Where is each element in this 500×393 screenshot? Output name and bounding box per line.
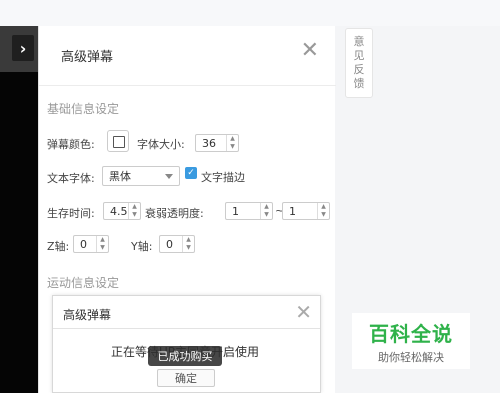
y-axis-label: Y轴: xyxy=(131,240,153,253)
fade-from-value: 1 xyxy=(232,204,239,218)
fade-to-stepper[interactable]: 1 ▲ ▼ xyxy=(282,202,330,220)
chevron-right-icon: › xyxy=(19,38,27,58)
feedback-char: 见 xyxy=(353,49,365,62)
font-size-value: 36 xyxy=(202,136,216,150)
font-family-select[interactable]: 黑体 xyxy=(102,166,180,186)
fade-from-stepper[interactable]: 1 ▲ ▼ xyxy=(225,202,273,220)
font-family-value: 黑体 xyxy=(109,170,131,183)
stepper-arrows-icon[interactable]: ▲ ▼ xyxy=(128,203,140,219)
top-strip xyxy=(0,0,500,26)
font-size-stepper[interactable]: 36 ▲ ▼ xyxy=(195,134,239,152)
z-axis-stepper[interactable]: 0 ▲ ▼ xyxy=(73,235,109,253)
stroke-checkbox[interactable]: ✓ xyxy=(185,167,197,179)
stepper-arrows-icon[interactable]: ▲ ▼ xyxy=(317,203,329,219)
fade-label: 衰弱透明度: xyxy=(145,207,204,220)
feedback-tab[interactable]: 意 见 反 馈 xyxy=(345,28,373,98)
stroke-label: 文字描边 xyxy=(201,171,245,184)
y-axis-value: 0 xyxy=(166,237,173,251)
stepper-arrows-icon[interactable]: ▲ ▼ xyxy=(96,236,108,252)
z-axis-value: 0 xyxy=(80,237,87,251)
font-family-label: 文本字体: xyxy=(47,172,95,185)
panel-title: 高级弹幕 xyxy=(61,50,114,65)
z-axis-label: Z轴: xyxy=(47,240,70,253)
close-icon[interactable]: ✕ xyxy=(295,300,312,324)
stepper-arrows-icon[interactable]: ▲ ▼ xyxy=(182,236,194,252)
section-basic: 基础信息设定 xyxy=(47,102,120,116)
brand-logo-text: 百科全说 xyxy=(369,321,453,346)
stepper-arrows-icon[interactable]: ▲ ▼ xyxy=(260,203,272,219)
advanced-danmaku-dialog: 高级弹幕 ✕ 正在等待UP主同意开启使用 确定 xyxy=(52,295,321,393)
purchase-success-toast: 已成功购买 xyxy=(148,346,222,366)
brand-slogan: 助你轻松解决 xyxy=(378,350,444,364)
chevron-down-icon xyxy=(165,174,173,179)
video-area xyxy=(0,26,38,393)
color-picker-button[interactable] xyxy=(107,130,129,152)
brand-watermark: 百科全说 助你轻松解决 xyxy=(352,313,470,369)
feedback-char: 反 xyxy=(353,63,365,76)
divider xyxy=(39,85,336,86)
feedback-char: 馈 xyxy=(353,77,365,90)
lifetime-stepper[interactable]: 4.5 ▲ ▼ xyxy=(103,202,141,220)
lifetime-label: 生存时间: xyxy=(47,207,95,220)
feedback-char: 意 xyxy=(353,35,365,48)
fade-to-value: 1 xyxy=(289,204,296,218)
stepper-arrows-icon[interactable]: ▲ ▼ xyxy=(226,135,238,151)
dialog-title: 高级弹幕 xyxy=(63,308,112,322)
lifetime-value: 4.5 xyxy=(110,204,128,218)
font-size-label: 字体大小: xyxy=(137,138,185,151)
divider xyxy=(53,328,320,329)
y-axis-stepper[interactable]: 0 ▲ ▼ xyxy=(159,235,195,253)
close-icon[interactable]: ✕ xyxy=(301,40,319,62)
confirm-button[interactable]: 确定 xyxy=(157,369,215,387)
color-label: 弹幕颜色: xyxy=(47,138,95,151)
expand-panel-button[interactable]: › xyxy=(12,35,34,61)
section-motion: 运动信息设定 xyxy=(47,276,120,290)
